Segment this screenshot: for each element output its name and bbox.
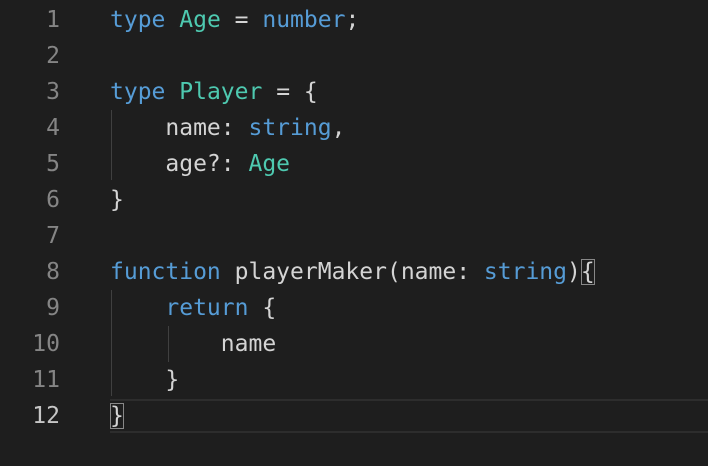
line-number: 2 xyxy=(46,43,60,69)
code-token: age? xyxy=(110,151,221,177)
code-line[interactable]: 12} xyxy=(0,398,708,434)
code-line[interactable]: 9 return { xyxy=(0,290,708,326)
line-number: 10 xyxy=(32,331,60,357)
code-text: name xyxy=(110,326,276,362)
code-editor[interactable]: 1 type Age = number; 2 3 type Player = {4 na… xyxy=(0,0,708,466)
code-line[interactable]: 2 xyxy=(0,38,708,74)
code-token: type xyxy=(110,79,166,105)
line-number: 6 xyxy=(46,187,60,213)
line-number: 1 xyxy=(46,7,60,33)
line-number: 8 xyxy=(46,259,60,285)
code-token: } xyxy=(110,367,180,393)
code-text: } xyxy=(110,398,124,434)
code-text: } xyxy=(110,182,124,218)
line-number: 7 xyxy=(46,223,60,249)
code-token: , xyxy=(331,115,346,141)
code-token: } xyxy=(110,187,124,213)
code-token: : xyxy=(220,115,249,141)
code-token: name xyxy=(110,115,221,141)
line-number: 5 xyxy=(46,151,60,177)
code-text: type Player = { xyxy=(110,74,318,110)
code-token: string xyxy=(483,259,568,285)
code-token: { xyxy=(248,295,277,321)
code-line[interactable]: 7 xyxy=(0,218,708,254)
code-text: function playerMaker(name: string){ xyxy=(110,254,595,290)
code-token: string xyxy=(248,115,332,141)
code-line[interactable]: 6} xyxy=(0,182,708,218)
line-number: 11 xyxy=(32,367,60,393)
line-number: 3 xyxy=(46,79,60,105)
code-token: number xyxy=(262,7,346,33)
code-text: name: string, xyxy=(110,110,345,146)
code-token: playerMaker xyxy=(234,259,387,285)
code-line[interactable]: 5 age?: Age xyxy=(0,146,708,182)
code-text: } xyxy=(110,362,179,398)
line-number: 12 xyxy=(32,403,60,429)
code-line[interactable]: 10 name xyxy=(0,326,708,362)
code-token: return xyxy=(165,295,249,321)
code-line[interactable]: 1 type Age = number; xyxy=(0,2,708,38)
code-token: ( xyxy=(386,259,401,285)
code-line[interactable]: 8 function playerMaker(name: string){ xyxy=(0,254,708,290)
code-token: ; xyxy=(345,7,360,33)
code-text: type Age = number; xyxy=(110,2,359,38)
code-token: ) xyxy=(567,259,581,285)
code-token: Age xyxy=(248,151,291,177)
line-number: 9 xyxy=(46,295,60,321)
code-token: name xyxy=(110,331,277,357)
code-token: Age xyxy=(179,7,221,33)
code-text: age?: Age xyxy=(110,146,290,182)
code-token: type xyxy=(110,7,166,33)
code-token: = { xyxy=(262,79,318,105)
code-line[interactable]: 4 name: string, xyxy=(0,110,708,146)
matched-bracket: { xyxy=(580,259,595,285)
code-token: : xyxy=(220,151,249,177)
code-text: return { xyxy=(110,290,276,326)
code-line[interactable]: 3 type Player = { xyxy=(0,74,708,110)
code-token: function xyxy=(110,259,221,285)
code-token: Player xyxy=(179,79,263,105)
line-number: 4 xyxy=(46,115,60,141)
matched-bracket: } xyxy=(110,403,124,429)
code-token: : xyxy=(456,259,484,285)
code-token: name xyxy=(400,259,457,285)
code-line[interactable]: 11 } xyxy=(0,362,708,398)
code-token: = xyxy=(220,7,263,33)
